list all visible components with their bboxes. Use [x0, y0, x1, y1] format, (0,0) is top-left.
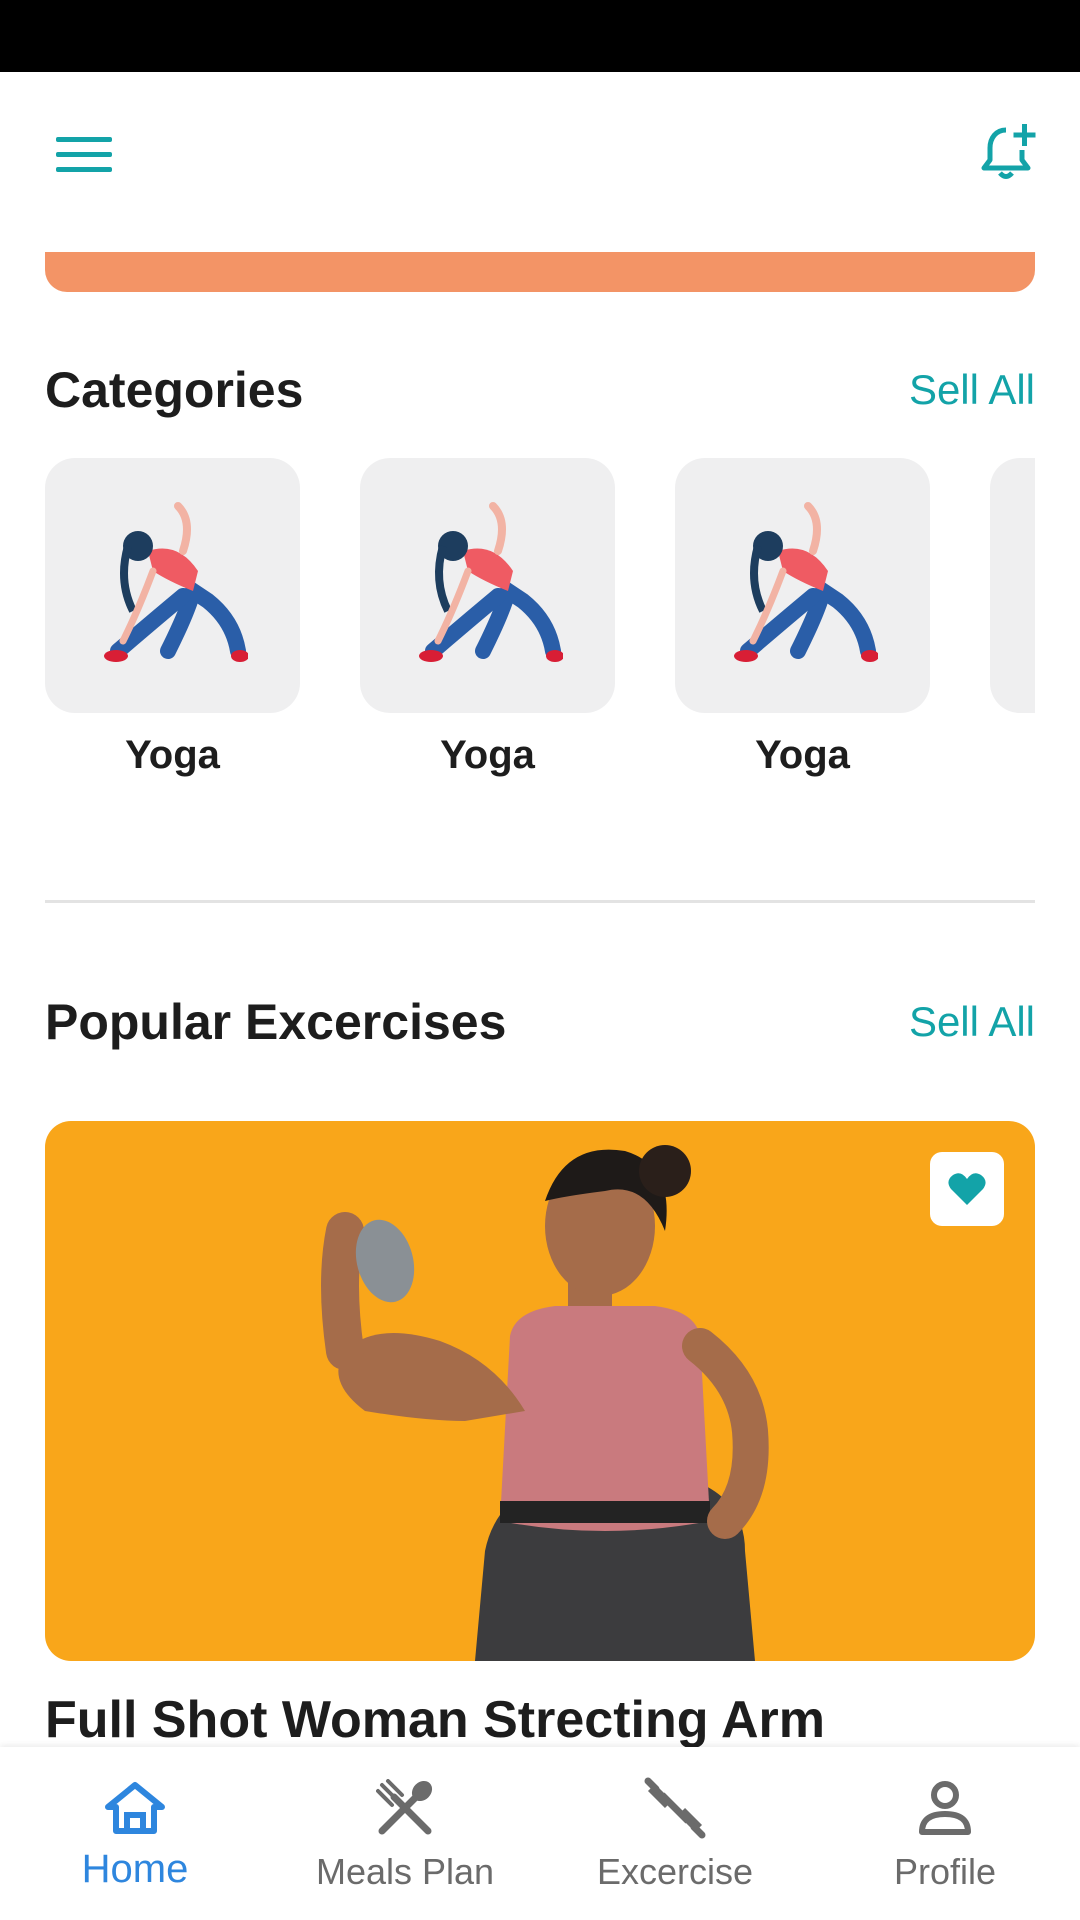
popular-see-all-link[interactable]: Sell All [909, 998, 1035, 1046]
status-bar [0, 0, 1080, 72]
nav-home[interactable]: Home [0, 1747, 270, 1920]
categories-list[interactable]: Yoga Yoga Yoga [45, 458, 1035, 798]
category-item[interactable]: Yoga [360, 458, 615, 778]
bell-plus-icon [981, 124, 1036, 179]
nav-profile-label: Profile [893, 1851, 997, 1892]
fork-spoon-icon [376, 1779, 433, 1835]
home-icon [105, 1782, 165, 1834]
promo-banner[interactable] [45, 252, 1035, 292]
category-item[interactable] [990, 458, 1035, 713]
person-icon [919, 1781, 971, 1835]
woman-dumbbell-photo [321, 1145, 769, 1661]
yoga-stretch-illustration [103, 501, 248, 662]
heart-icon [948, 1173, 986, 1205]
nav-profile[interactable]: Profile [810, 1747, 1080, 1920]
dumbbell-icon [644, 1777, 706, 1839]
categories-title: Categories [45, 362, 304, 418]
yoga-stretch-illustration [733, 501, 878, 662]
category-label: Yoga [755, 733, 850, 777]
notification-button[interactable] [970, 112, 1050, 192]
categories-header: Categories Sell All [45, 350, 1035, 430]
category-tile [990, 458, 1035, 713]
category-tile [45, 458, 300, 713]
category-item[interactable]: Yoga [45, 458, 300, 778]
category-tile [675, 458, 930, 713]
nav-excercise[interactable]: Excercise [540, 1747, 810, 1920]
nav-meals-plan-label: Meals Plan [315, 1851, 495, 1892]
category-label: Yoga [440, 733, 535, 777]
section-divider [45, 900, 1035, 903]
hamburger-menu-icon [56, 137, 112, 172]
popular-header: Popular Excercises Sell All [45, 982, 1035, 1062]
popular-title: Popular Excercises [45, 994, 507, 1050]
nav-meals-plan[interactable]: Meals Plan [270, 1747, 540, 1920]
yoga-stretch-illustration [418, 501, 563, 662]
nav-excercise-label: Excercise [596, 1851, 754, 1892]
category-label: Yoga [125, 733, 220, 777]
menu-button[interactable] [44, 122, 124, 188]
category-tile [360, 458, 615, 713]
category-item[interactable]: Yoga [675, 458, 930, 778]
nav-home-label: Home [81, 1847, 189, 1891]
bottom-navigation: Home Meals Plan Excercise Profile [0, 1747, 1080, 1920]
exercise-card[interactable] [45, 1121, 1035, 1661]
favorite-button[interactable] [930, 1152, 1004, 1226]
categories-see-all-link[interactable]: Sell All [909, 366, 1035, 414]
exercise-title: Full Shot Woman Strecting Arm [45, 1691, 826, 1749]
app-bar [0, 72, 1080, 242]
